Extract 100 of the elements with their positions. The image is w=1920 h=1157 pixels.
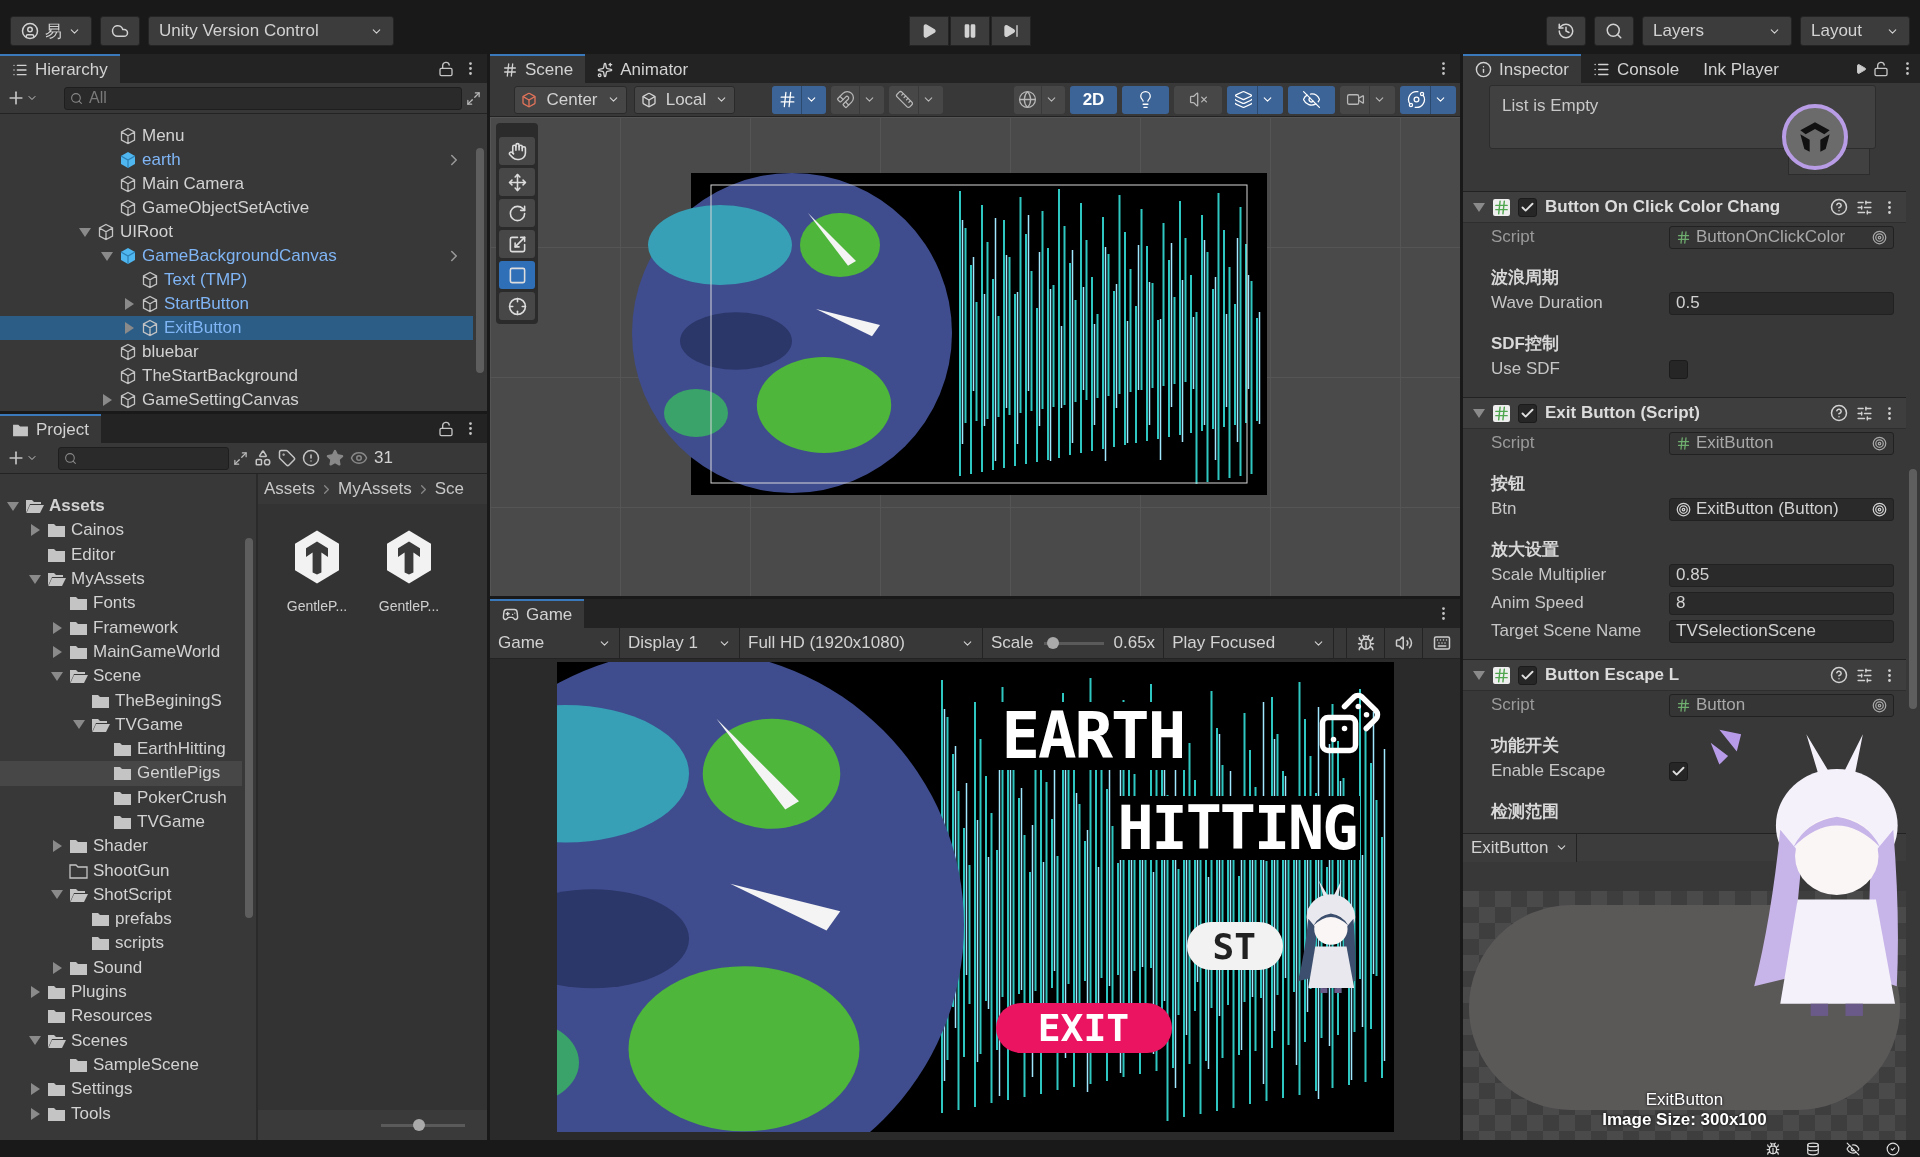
folder-item[interactable]: Cainos: [0, 518, 242, 543]
shapes-icon[interactable]: [254, 449, 272, 467]
account-button[interactable]: 易: [10, 16, 92, 46]
transform-tool[interactable]: [499, 292, 535, 320]
component-header[interactable]: Exit Button (Script): [1463, 397, 1906, 429]
folder-item[interactable]: Sound: [0, 955, 242, 980]
search-button[interactable]: [1594, 16, 1634, 46]
lock-icon[interactable]: [438, 420, 454, 437]
input-field[interactable]: TVSelectionScene: [1669, 619, 1894, 643]
folder-item[interactable]: TVGame: [0, 712, 242, 737]
pause-button[interactable]: [950, 16, 990, 46]
folder-item[interactable]: prefabs: [0, 907, 242, 932]
help-icon[interactable]: [1830, 198, 1848, 216]
magnet-toggle[interactable]: [831, 85, 884, 114]
search-field[interactable]: [58, 446, 229, 470]
exit-button[interactable]: EXIT: [995, 1003, 1172, 1053]
object-field[interactable]: ExitButton (Button): [1669, 497, 1894, 521]
input-field[interactable]: 0.85: [1669, 563, 1894, 587]
settings-icon[interactable]: [1856, 404, 1873, 422]
lock-icon[interactable]: [438, 60, 454, 77]
breadcrumb-link[interactable]: Assets: [264, 479, 316, 499]
scale-tool[interactable]: [499, 230, 535, 258]
help-icon[interactable]: [1830, 404, 1848, 422]
folder-item[interactable]: ShotScript: [0, 882, 242, 908]
preview-dropdown[interactable]: ExitButton: [1463, 833, 1577, 862]
checkbox[interactable]: [1518, 403, 1537, 423]
collapsed-arrow-icon[interactable]: [30, 986, 40, 999]
folder-item[interactable]: EarthHitting: [0, 736, 242, 762]
hierarchy-item[interactable]: bluebar: [0, 340, 473, 364]
folder-item[interactable]: Scenes: [0, 1028, 242, 1053]
collapsed-arrow-icon[interactable]: [30, 1083, 40, 1096]
rotate-tool[interactable]: [499, 199, 535, 227]
folder-item[interactable]: scripts: [0, 931, 242, 956]
folder-item[interactable]: Framework: [0, 615, 242, 640]
expanded-arrow-icon[interactable]: [79, 227, 91, 237]
layers-toggle[interactable]: [1227, 85, 1283, 114]
layers-dropdown[interactable]: Layers: [1642, 16, 1792, 46]
folder-item[interactable]: ShootGun: [0, 858, 242, 883]
checkbox[interactable]: [1669, 359, 1688, 379]
folder-item[interactable]: Plugins: [0, 979, 242, 1005]
hierarchy-item[interactable]: GameBackgroundCanvas: [0, 244, 473, 268]
folder-item[interactable]: TVGame: [0, 809, 242, 835]
tab-arrow-icon[interactable]: [1855, 62, 1867, 75]
collapsed-arrow-icon[interactable]: [52, 645, 62, 658]
mute-toggle[interactable]: [1174, 85, 1222, 114]
input-field[interactable]: 8: [1669, 591, 1894, 615]
folder-item[interactable]: SampleScene: [0, 1052, 242, 1078]
space-dropdown[interactable]: Local: [634, 85, 735, 114]
start-button[interactable]: ST: [1186, 922, 1283, 970]
inspector-tab[interactable]: Ink Player: [1691, 54, 1791, 83]
pivot-dropdown[interactable]: Center: [514, 85, 627, 114]
target-icon[interactable]: [1872, 435, 1887, 451]
2d-toggle[interactable]: 2D: [1070, 85, 1117, 114]
star-icon[interactable]: [326, 449, 344, 467]
scene-tab[interactable]: Scene: [490, 54, 586, 83]
database-icon[interactable]: [1806, 1141, 1820, 1156]
collapsed-arrow-icon[interactable]: [52, 621, 62, 634]
folder-item[interactable]: TheBeginingS: [0, 688, 242, 713]
breadcrumb-link[interactable]: Sce: [434, 479, 464, 499]
hierarchy-tab[interactable]: Hierarchy: [0, 54, 120, 83]
collapsed-arrow-icon[interactable]: [52, 961, 62, 974]
ruler-toggle[interactable]: [889, 85, 943, 114]
slider-thumb[interactable]: [1046, 637, 1059, 649]
hierarchy-item[interactable]: UIRoot: [0, 220, 473, 244]
hierarchy-item[interactable]: Main Camera: [0, 172, 473, 196]
lightbulb-toggle[interactable]: [1122, 85, 1169, 114]
expand-icon[interactable]: [233, 450, 248, 466]
asset-label[interactable]: GentleP...: [286, 598, 348, 614]
bug-icon[interactable]: [1766, 1141, 1780, 1156]
game-tab[interactable]: Game: [490, 599, 585, 628]
cloud-button[interactable]: [100, 16, 140, 46]
hierarchy-item[interactable]: TheStartBackground: [0, 364, 473, 388]
collapsed-arrow-icon[interactable]: [52, 840, 62, 853]
rect-tool[interactable]: [499, 261, 535, 289]
tag-icon[interactable]: [278, 449, 296, 467]
hidden-eye-icon[interactable]: [1846, 1141, 1860, 1156]
eye-icon[interactable]: [350, 449, 368, 467]
folder-item[interactable]: Scene: [0, 664, 242, 689]
target-icon[interactable]: [1872, 229, 1887, 245]
inspector-tab[interactable]: Inspector: [1463, 54, 1581, 83]
settings-icon[interactable]: [1856, 666, 1873, 684]
folder-item[interactable]: Shader: [0, 834, 242, 859]
expand-icon[interactable]: [466, 90, 481, 106]
lock-icon[interactable]: [1873, 60, 1889, 77]
folder-item[interactable]: GentlePigs: [0, 761, 242, 786]
alert-icon[interactable]: [302, 449, 320, 467]
checkbox[interactable]: [1669, 761, 1688, 781]
play-button[interactable]: [909, 16, 949, 46]
hand-tool[interactable]: [499, 137, 535, 165]
folder-item[interactable]: Editor: [0, 542, 242, 567]
folder-item[interactable]: PokerCrush: [0, 785, 242, 810]
checkbox[interactable]: [1518, 665, 1537, 685]
folder-item[interactable]: Fonts: [0, 591, 242, 616]
scene-tab[interactable]: Animator: [585, 54, 701, 83]
layout-dropdown[interactable]: Layout: [1800, 16, 1910, 46]
history-button[interactable]: [1546, 16, 1586, 46]
project-tab[interactable]: Project: [0, 414, 101, 443]
folder-item[interactable]: MyAssets: [0, 566, 242, 592]
input-field[interactable]: 0.5: [1669, 291, 1894, 315]
hidden-eye-toggle[interactable]: [1288, 85, 1335, 114]
